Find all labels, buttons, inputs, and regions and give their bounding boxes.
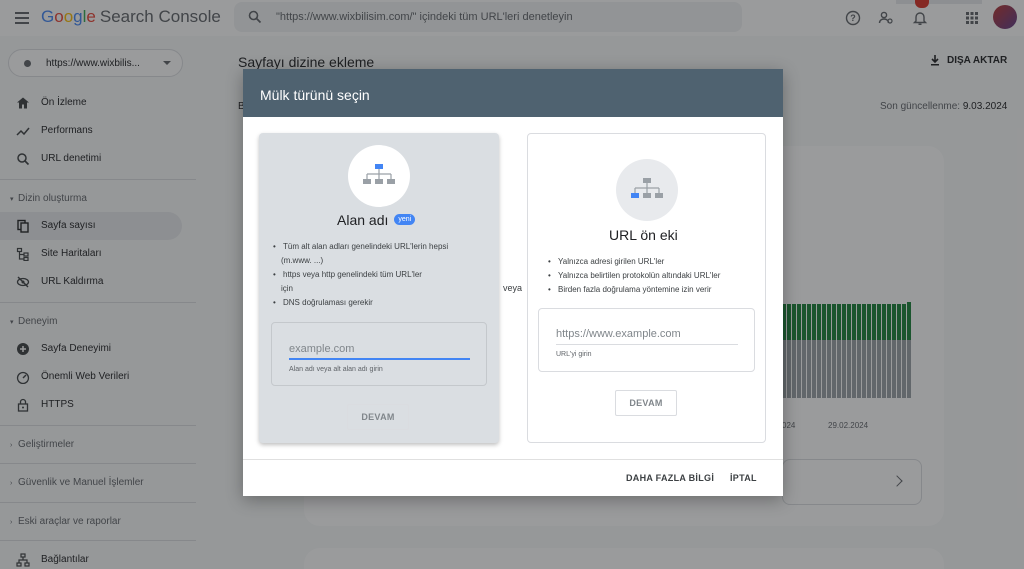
domain-field-container: example.com Alan adı veya alt alan adı g… — [271, 322, 487, 386]
hierarchy-icon — [631, 178, 663, 198]
property-type-dialog: Mülk türünü seçin Alan adıyeni Tüm alt a… — [243, 69, 783, 496]
cancel-button[interactable]: İPTAL — [730, 473, 757, 483]
input-underline — [289, 358, 470, 360]
domain-continue-button[interactable]: DEVAM — [347, 404, 409, 430]
url-prefix-continue-button[interactable]: DEVAM — [615, 390, 677, 416]
url-prefix-icon-circle — [616, 159, 678, 221]
domain-input[interactable]: example.com — [289, 343, 354, 355]
or-separator: veya — [503, 283, 523, 293]
url-prefix-panel[interactable]: URL ön eki Yalnızca adresi girilen URL'l… — [527, 133, 766, 443]
dialog-header: Mülk türünü seçin — [243, 69, 783, 117]
dialog-title: Mülk türünü seçin — [260, 87, 370, 103]
url-prefix-helper-text: URL'yi girin — [556, 351, 592, 358]
new-badge: yeni — [394, 213, 416, 225]
hierarchy-icon — [363, 164, 395, 184]
url-prefix-bullets: Yalnızca adresi girilen URL'ler Yalnızca… — [544, 255, 764, 297]
url-prefix-title: URL ön eki — [609, 227, 678, 243]
domain-icon-circle — [348, 145, 410, 207]
url-prefix-field-container: https://www.example.com URL'yi girin — [538, 308, 755, 372]
dialog-footer-divider — [243, 459, 783, 460]
domain-property-panel[interactable]: Alan adıyeni Tüm alt alan adları genelin… — [259, 133, 499, 443]
input-underline — [556, 344, 738, 345]
url-prefix-input[interactable]: https://www.example.com — [556, 328, 681, 340]
domain-helper-text: Alan adı veya alt alan adı girin — [289, 366, 383, 373]
domain-title: Alan adı yeni — [337, 212, 416, 228]
learn-more-button[interactable]: DAHA FAZLA BİLGİ — [626, 473, 714, 483]
domain-bullets: Tüm alt alan adları genelindeki URL'leri… — [269, 240, 494, 310]
